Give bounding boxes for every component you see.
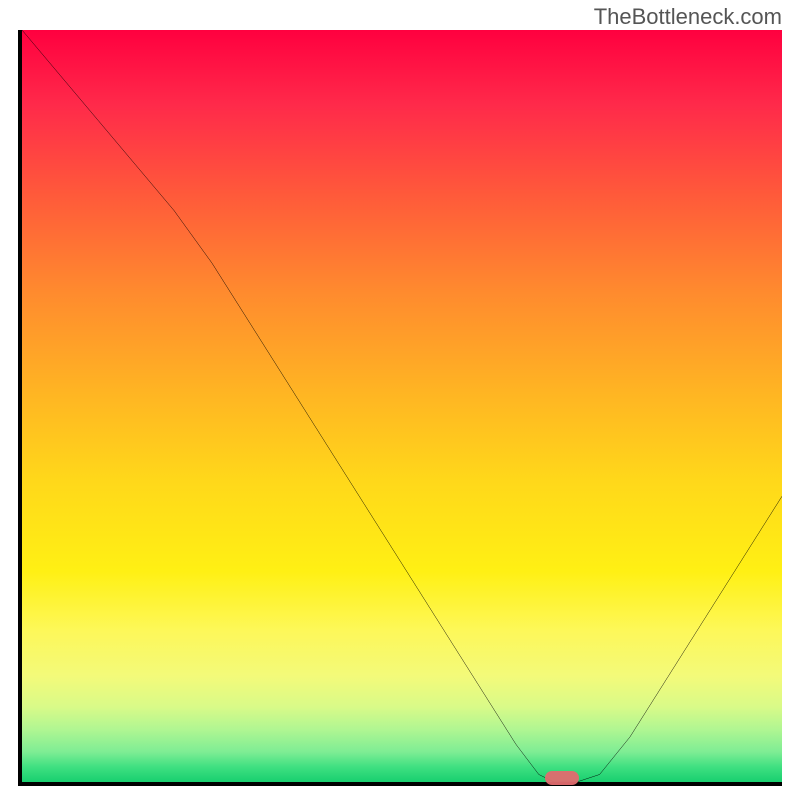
optimal-point-marker <box>545 771 579 785</box>
chart-area <box>18 30 782 786</box>
bottleneck-curve <box>22 30 782 782</box>
watermark-text: TheBottleneck.com <box>594 4 782 30</box>
